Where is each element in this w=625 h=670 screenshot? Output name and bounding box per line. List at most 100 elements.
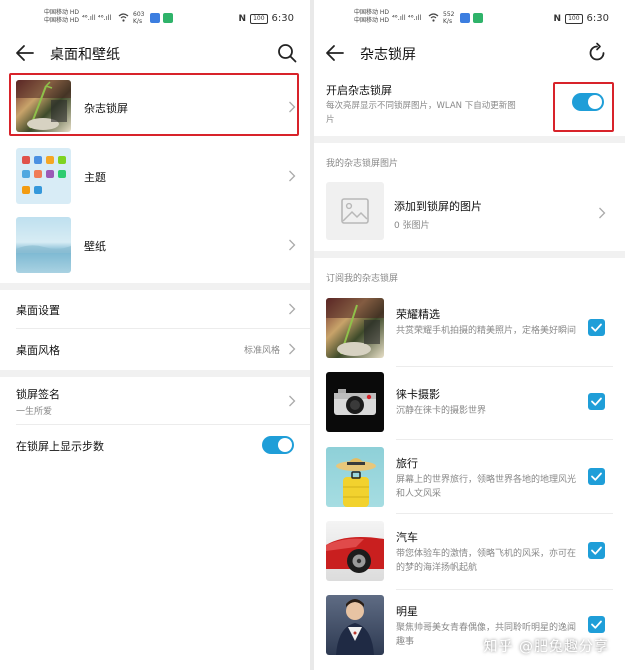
status-bar: 中国移动 HD 中国移动 HD ⁴⁶.ıll ⁴⁶.ıll 603 K/s N …	[0, 6, 310, 30]
subscription-title: 徕卡摄影	[396, 388, 440, 401]
subscription-item[interactable]: 汽车 带您体验车的激情，领略飞机的风采，亦可在的梦的海洋扬帆起航	[314, 517, 625, 587]
app-notification-icon	[163, 13, 173, 23]
subscription-title: 汽车	[396, 531, 418, 544]
menu-item-lock-signature[interactable]: 锁屏签名 一生所爱	[0, 379, 310, 423]
signal-icon: ⁴⁶.ıll ⁴⁶.ıll	[392, 14, 422, 22]
desktop-style-value: 标准风格	[244, 346, 281, 356]
menu-item-show-steps: 在锁屏上显示步数	[0, 428, 310, 464]
menu-item-desktop-style[interactable]: 桌面风格 标准风格	[0, 330, 310, 366]
setting-label: 开启杂志锁屏	[326, 84, 392, 97]
carrier-labels: 中国移动 HD 中国移动 HD	[44, 9, 80, 24]
add-lock-pictures-item[interactable]: 添加到锁屏的图片 0 张图片	[314, 178, 625, 246]
chevron-right-icon	[289, 170, 296, 182]
status-right: N 100 6:30	[554, 13, 609, 24]
setting-desc: 片	[326, 115, 335, 125]
menu-item-label: 主题	[84, 171, 106, 184]
menu-item-label: 桌面设置	[16, 304, 60, 317]
section-divider	[0, 370, 310, 377]
show-steps-toggle[interactable]	[262, 436, 294, 454]
menu-item-desktop-settings[interactable]: 桌面设置	[0, 292, 310, 326]
chevron-right-icon	[289, 303, 296, 315]
chevron-right-icon	[289, 343, 296, 355]
subscription-desc: 沉静在徕卡的摄影世界	[396, 406, 487, 416]
section-title: 我的杂志锁屏图片	[326, 159, 399, 169]
image-placeholder-icon	[341, 198, 369, 224]
wifi-icon	[118, 13, 129, 22]
page-title: 杂志锁屏	[360, 47, 416, 63]
chevron-right-icon	[599, 207, 606, 219]
menu-item-label: 锁屏签名	[16, 388, 60, 401]
battery-icon: 100	[250, 13, 268, 24]
highlight-box	[9, 73, 299, 136]
app-bar: 杂志锁屏	[314, 40, 625, 70]
checkbox-checked-icon	[591, 323, 602, 332]
divider	[396, 439, 613, 440]
menu-item-label: 桌面风格	[16, 344, 60, 357]
refresh-icon[interactable]	[586, 42, 608, 64]
subscription-item[interactable]: 荣耀精选 共赏荣耀手机拍摄的精美照片，定格美好瞬间	[314, 296, 625, 364]
wallpaper-thumbnail	[16, 217, 71, 273]
divider	[396, 366, 613, 367]
net-speed: 603 K/s	[133, 11, 145, 25]
divider	[396, 589, 613, 590]
subscription-checkbox[interactable]	[588, 393, 605, 410]
divider	[16, 328, 310, 329]
subscription-checkbox[interactable]	[588, 468, 605, 485]
menu-item-theme[interactable]: 主题	[0, 143, 310, 209]
setting-desc: 每次亮屏显示不同锁屏图片，WLAN 下自动更新图	[326, 101, 516, 111]
celebrity-thumbnail	[326, 595, 384, 655]
subscription-title: 明星	[396, 605, 418, 618]
carrier-labels: 中国移动 HD 中国移动 HD	[354, 9, 390, 24]
section-divider	[314, 136, 625, 143]
checkbox-checked-icon	[591, 620, 602, 629]
checkbox-checked-icon	[591, 472, 602, 481]
nfc-icon: N	[553, 13, 562, 24]
left-screen: 中国移动 HD 中国移动 HD ⁴⁶.ıll ⁴⁶.ıll 603 K/s N …	[0, 0, 310, 670]
section-divider	[0, 283, 310, 290]
app-notification-icon	[473, 13, 483, 23]
subscription-item[interactable]: 旅行 屏幕上的世界旅行，领略世界各地的地理风光和人文风采	[314, 443, 625, 511]
search-icon[interactable]	[276, 42, 298, 64]
status-right: N 100 6:30	[239, 13, 294, 24]
app-notification-icon	[460, 13, 470, 23]
checkbox-checked-icon	[591, 546, 602, 555]
add-pictures-label: 添加到锁屏的图片	[394, 200, 482, 213]
wifi-icon	[428, 13, 439, 22]
watermark: 知乎 @肥兔趣分享	[483, 639, 609, 655]
section-title: 订阅我的杂志锁屏	[326, 274, 399, 284]
leica-photography-thumbnail	[326, 372, 384, 432]
subscription-desc: 屏幕上的世界旅行，领略世界各地的地理风光和人文风采	[396, 475, 577, 499]
theme-thumbnail	[16, 148, 71, 204]
page-title: 桌面和壁纸	[50, 47, 120, 63]
right-screen: 中国移动 HD 中国移动 HD ⁴⁶.ıll ⁴⁶.ıll 552 K/s N …	[314, 0, 625, 670]
menu-item-label: 在锁屏上显示步数	[16, 440, 104, 453]
back-arrow-icon[interactable]	[14, 42, 36, 64]
subscription-title: 旅行	[396, 457, 418, 470]
subscription-title: 荣耀精选	[396, 308, 440, 321]
highlight-box	[553, 82, 614, 132]
battery-icon: 100	[565, 13, 583, 24]
status-bar: 中国移动 HD 中国移动 HD ⁴⁶.ıll ⁴⁶.ıll 552 K/s N …	[314, 6, 625, 30]
chevron-right-icon	[289, 239, 296, 251]
subscription-item[interactable]: 徕卡摄影 沉静在徕卡的摄影世界	[314, 370, 625, 436]
picture-count: 0 张图片	[394, 221, 430, 231]
honor-selection-thumbnail	[326, 298, 384, 358]
signal-icon: ⁴⁶.ıll ⁴⁶.ıll	[82, 14, 112, 22]
image-placeholder	[326, 182, 384, 240]
divider	[396, 513, 613, 514]
checkbox-checked-icon	[591, 397, 602, 406]
app-bar: 桌面和壁纸	[0, 40, 310, 70]
subscription-checkbox[interactable]	[588, 542, 605, 559]
car-thumbnail	[326, 521, 384, 581]
nfc-icon: N	[238, 13, 247, 24]
back-arrow-icon[interactable]	[324, 42, 346, 64]
subscription-checkbox[interactable]	[588, 319, 605, 336]
section-divider	[314, 251, 625, 258]
app-notification-icon	[150, 13, 160, 23]
menu-item-wallpaper[interactable]: 壁纸	[0, 212, 310, 278]
subscription-checkbox[interactable]	[588, 616, 605, 633]
net-speed: 552 K/s	[443, 11, 455, 25]
menu-item-label: 壁纸	[84, 240, 106, 253]
lock-signature-value: 一生所爱	[16, 407, 53, 417]
clock: 6:30	[271, 13, 294, 24]
